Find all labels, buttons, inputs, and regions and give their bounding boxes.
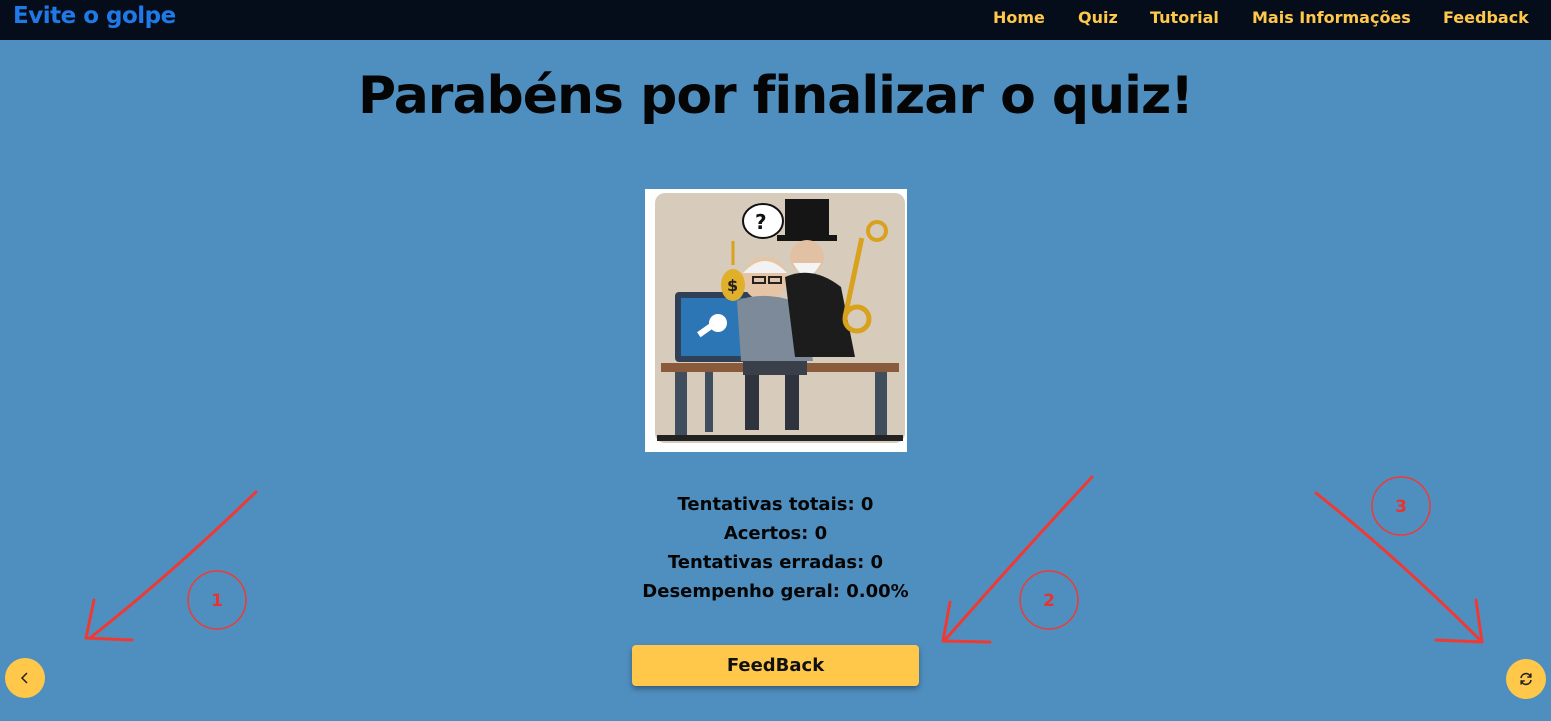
scam-illustration-image: $ ? bbox=[655, 193, 905, 443]
feedback-button[interactable]: FeedBack bbox=[632, 645, 919, 686]
chevron-left-icon bbox=[20, 672, 28, 684]
quiz-stats: Tentativas totais: 0 Acertos: 0 Tentativ… bbox=[0, 494, 1551, 610]
brand-logo[interactable]: Evite o golpe bbox=[13, 3, 176, 29]
svg-text:?: ? bbox=[755, 210, 767, 234]
svg-text:$: $ bbox=[727, 276, 738, 295]
navbar: Evite o golpe Home Quiz Tutorial Mais In… bbox=[0, 0, 1551, 40]
stat-correct: Acertos: 0 bbox=[723, 523, 828, 544]
nav-link-tutorial[interactable]: Tutorial bbox=[1150, 8, 1219, 27]
back-button[interactable] bbox=[5, 658, 45, 698]
nav-link-mais-informacoes[interactable]: Mais Informações bbox=[1252, 8, 1411, 27]
nav-link-feedback[interactable]: Feedback bbox=[1443, 8, 1529, 27]
nav-link-home[interactable]: Home bbox=[993, 8, 1045, 27]
page-title: Parabéns por finalizar o quiz! bbox=[358, 66, 1194, 126]
stat-total-attempts: Tentativas totais: 0 bbox=[677, 494, 874, 515]
stat-wrong-attempts: Tentativas erradas: 0 bbox=[667, 552, 884, 573]
restart-button[interactable] bbox=[1506, 659, 1546, 699]
stat-overall-performance: Desempenho geral: 0.00% bbox=[642, 581, 909, 602]
refresh-icon bbox=[1520, 672, 1532, 686]
quiz-illustration: $ ? bbox=[645, 189, 907, 452]
nav-link-quiz[interactable]: Quiz bbox=[1078, 8, 1118, 27]
